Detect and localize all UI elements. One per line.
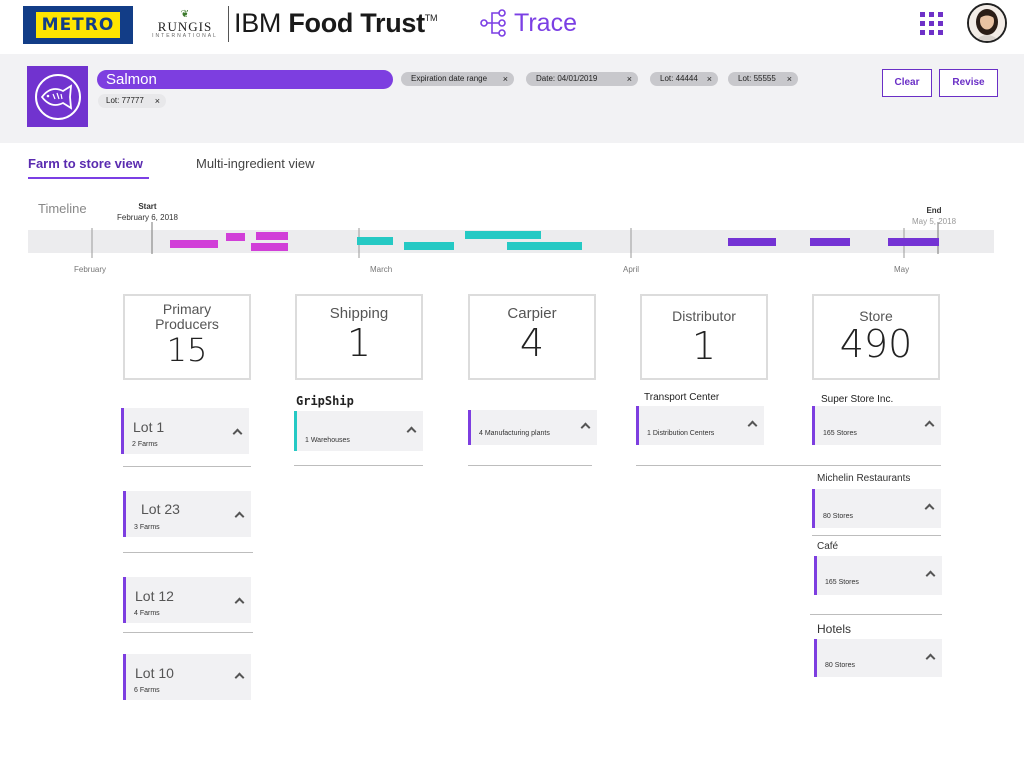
timeline-bar: [810, 238, 850, 246]
stage-card-shipping[interactable]: Shipping 1: [295, 294, 423, 380]
group-title-transport-center: Transport Center: [644, 392, 720, 403]
chevron-up-icon[interactable]: [924, 420, 935, 431]
user-avatar[interactable]: [967, 3, 1007, 43]
stage-count: 490: [839, 322, 913, 366]
group-card-cafe-stores[interactable]: 165 Stores: [814, 556, 942, 595]
group-card-warehouses[interactable]: 1 Warehouses: [294, 411, 423, 451]
top-bar: METRO ❦ RUNGIS INTERNATIONAL IBM Food Tr…: [0, 0, 1024, 52]
tab-farm-to-store[interactable]: Farm to store view: [28, 156, 149, 179]
lot-card-lot-1[interactable]: Lot 1 2 Farms: [121, 408, 249, 454]
lot-card-lot-23[interactable]: Lot 23 3 Farms: [123, 491, 251, 537]
stage-card-carpier[interactable]: Carpier 4: [468, 294, 596, 380]
group-card-michelin-stores[interactable]: 80 Stores: [812, 489, 941, 528]
close-icon[interactable]: ×: [707, 72, 712, 86]
app-title: Trace: [478, 8, 577, 38]
divider: [468, 465, 592, 466]
timeline-bar: [226, 233, 245, 241]
divider: [812, 535, 941, 536]
divider: [123, 552, 253, 553]
brand-title: IBM Food TrustTM: [234, 8, 438, 38]
group-card-hotels-stores[interactable]: 80 Stores: [814, 639, 942, 677]
stage-count: 1: [346, 321, 372, 365]
timeline-bar: [357, 237, 393, 245]
chevron-up-icon[interactable]: [747, 420, 758, 431]
month-label: April: [623, 265, 640, 274]
group-title-gripship: GripShip: [296, 394, 354, 408]
filter-header: Salmon Expiration date range × Date: 04/0…: [0, 54, 1024, 143]
month-label: February: [74, 265, 107, 274]
timeline-bar: [888, 238, 939, 246]
tab-multi-ingredient[interactable]: Multi-ingredient view: [196, 156, 315, 171]
group-card-super-store-stores[interactable]: 165 Stores: [812, 406, 941, 445]
close-icon[interactable]: ×: [787, 72, 792, 86]
divider: [294, 465, 423, 466]
timeline-bar: [251, 243, 288, 251]
divider: [123, 632, 253, 633]
group-title-super-store: Super Store Inc.: [821, 394, 894, 405]
filter-chip-lot-44444[interactable]: Lot: 44444 ×: [650, 72, 718, 86]
timeline-bar: [507, 242, 582, 250]
lot-card-lot-10[interactable]: Lot 10 6 Farms: [123, 654, 251, 700]
divider: [123, 466, 251, 467]
timeline-bar: [256, 232, 288, 240]
chevron-up-icon[interactable]: [925, 570, 936, 581]
group-card-manufacturing-plants[interactable]: 4 Manufacturing plants: [468, 410, 597, 445]
timeline-track[interactable]: [0, 220, 1024, 265]
stage-count: 1: [691, 324, 717, 368]
chevron-up-icon[interactable]: [924, 503, 935, 514]
chevron-up-icon[interactable]: [580, 422, 591, 433]
app-switcher-grid-icon[interactable]: [920, 12, 943, 35]
metro-logo: METRO: [23, 6, 133, 44]
group-title-michelin: Michelin Restaurants: [817, 473, 911, 484]
timeline-bar: [404, 242, 454, 250]
trace-icon: [480, 9, 506, 37]
filter-chip-expiration[interactable]: Expiration date range ×: [401, 72, 514, 86]
filter-chip-lot-55555[interactable]: Lot: 55555 ×: [728, 72, 798, 86]
close-icon[interactable]: ×: [627, 72, 632, 86]
stage-card-distributor[interactable]: Distributor 1: [640, 294, 768, 380]
chevron-up-icon[interactable]: [232, 428, 243, 439]
app-name: Trace: [514, 8, 577, 37]
group-card-distribution-centers[interactable]: 1 Distribution Centers: [636, 406, 764, 445]
timeline-label: Timeline: [38, 201, 87, 216]
lot-card-lot-12[interactable]: Lot 12 4 Farms: [123, 577, 251, 623]
stage-count: 4: [519, 321, 545, 365]
chevron-up-icon[interactable]: [925, 653, 936, 664]
stage-count: 15: [166, 331, 208, 369]
month-label: May: [894, 265, 910, 274]
timeline-bar: [465, 231, 541, 239]
revise-button[interactable]: Revise: [939, 69, 998, 97]
timeline-bar: [728, 238, 776, 246]
timeline-bar: [170, 240, 218, 248]
stage-card-primary-producers[interactable]: Primary Producers 15: [123, 294, 251, 380]
month-label: March: [370, 265, 393, 274]
filter-chip-date[interactable]: Date: 04/01/2019 ×: [526, 72, 638, 86]
clear-button[interactable]: Clear: [882, 69, 932, 97]
close-icon[interactable]: ×: [155, 94, 160, 108]
chevron-up-icon[interactable]: [234, 672, 245, 683]
stage-card-store[interactable]: Store 490: [812, 294, 940, 380]
divider: [810, 614, 942, 615]
chevron-up-icon[interactable]: [234, 597, 245, 608]
filter-chip-lot-77777[interactable]: Lot: 77777 ×: [98, 94, 166, 108]
chevron-up-icon[interactable]: [406, 426, 417, 437]
group-title-hotels: Hotels: [817, 622, 852, 636]
chevron-up-icon[interactable]: [234, 511, 245, 522]
group-title-cafe: Café: [817, 541, 839, 552]
product-filter-pill[interactable]: Salmon: [97, 70, 393, 89]
divider: [636, 465, 941, 466]
fish-icon: [27, 66, 88, 127]
logo-divider: [228, 6, 229, 42]
close-icon[interactable]: ×: [503, 72, 508, 86]
rungis-logo: ❦ RUNGIS INTERNATIONAL: [150, 10, 220, 40]
